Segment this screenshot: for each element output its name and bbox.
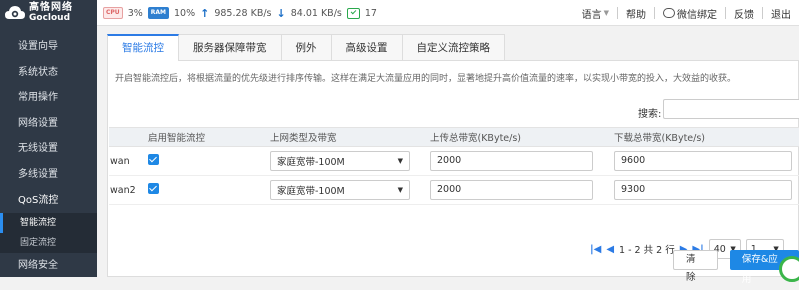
top-nav: 语言 ▼ 帮助 微信绑定 反馈 退出 [574,0,799,26]
bandwidth-type-select[interactable]: 家庭宽带-100M ▼ [270,151,410,171]
message-count: 17 [364,7,377,19]
sidebar-item-qos[interactable]: QoS流控 [0,188,97,214]
sidebar-item-wireless-settings[interactable]: 无线设置 [0,136,97,162]
qos-submenu: 智能流控 固定流控 [0,213,97,254]
feedback-link[interactable]: 反馈 [726,6,762,21]
upload-bandwidth-input[interactable]: 2000 [430,151,593,171]
row-name: wan2 [110,184,136,196]
first-page-icon[interactable]: |◀ [590,244,601,255]
caret-down-icon: ▼ [397,186,403,194]
tab-custom-policy[interactable]: 自定义流控策略 [401,34,505,61]
sidebar-subitem-smart-flow[interactable]: 智能流控 [0,213,97,234]
download-bandwidth-input[interactable]: 9300 [614,180,792,200]
flow-table: 启用智能流控 上网类型及带宽 上传总带宽(KByte/s) 下载总带宽(KByt… [109,127,799,205]
download-speed: 84.01 KB/s [290,7,342,19]
prev-page-icon[interactable]: ◀ [606,244,614,255]
caret-down-icon: ▼ [397,157,403,165]
language-menu[interactable]: 语言 ▼ [574,6,617,21]
sidebar-item-system-status[interactable]: 系统状态 [0,60,97,86]
enable-checkbox[interactable] [148,183,159,194]
upload-bandwidth-input[interactable]: 2000 [430,180,593,200]
cloud-logo-icon [5,6,25,19]
download-arrow-icon: ↓ [276,6,286,20]
brand-logo[interactable]: 高恪网络 Gocloud [0,0,97,26]
cpu-usage: 3% [127,7,143,19]
enable-checkbox[interactable] [148,154,159,165]
language-label: 语言 [581,9,602,21]
row-name: wan [110,155,130,167]
download-bandwidth-input[interactable]: 9600 [614,151,792,171]
upload-arrow-icon: ↑ [200,6,210,20]
help-link[interactable]: 帮助 [618,6,654,21]
tab-smart-flow[interactable]: 智能流控 [107,34,179,61]
search-label: 搜索: [638,109,662,120]
column-header-download[interactable]: 下载总带宽(KByte/s) [611,130,799,144]
logout-link[interactable]: 退出 [763,6,799,21]
tab-advanced[interactable]: 高级设置 [330,34,403,61]
tab-server-bandwidth[interactable]: 服务器保障带宽 [178,34,282,61]
ram-usage: 10% [174,7,196,19]
tab-exceptions[interactable]: 例外 [280,34,332,61]
sidebar-subitem-fixed-flow[interactable]: 固定流控 [0,233,97,253]
pagination-info: 1 - 2 共 2 行 [619,245,675,256]
brand-name-cn: 高恪网络 [29,2,73,13]
feedback-label: 反馈 [734,9,754,21]
float-assistant-icon[interactable] [779,256,799,282]
logout-label: 退出 [771,9,791,21]
help-label: 帮助 [626,9,646,21]
sidebar: 设置向导 系统状态 常用操作 网络设置 无线设置 多线设置 QoS流控 智能流控… [0,26,97,277]
wechat-label: 微信绑定 [677,9,717,21]
sidebar-item-common-ops[interactable]: 常用操作 [0,85,97,111]
column-header-type[interactable]: 上网类型及带宽 [267,130,427,144]
column-header-enable[interactable]: 启用智能流控 [145,130,267,144]
message-check-icon[interactable] [346,7,360,19]
tab-bar: 智能流控 服务器保障带宽 例外 高级设置 自定义流控策略 [107,34,505,61]
brand-name-en: Gocloud [29,13,71,23]
bandwidth-type-value: 家庭宽带-100M [277,186,345,197]
search-input[interactable] [663,99,799,119]
cpu-icon: CPU [103,7,123,19]
upload-speed: 985.28 KB/s [214,7,272,19]
top-bar: 高恪网络 Gocloud CPU 3% RAM 10% ↑ 985.28 KB/… [0,0,799,26]
sidebar-item-setup-wizard[interactable]: 设置向导 [0,34,97,60]
table-row: wan 家庭宽带-100M ▼ 2000 9600 [109,147,799,176]
sidebar-item-multiline-settings[interactable]: 多线设置 [0,162,97,188]
bandwidth-type-value: 家庭宽带-100M [277,157,345,168]
bandwidth-type-select[interactable]: 家庭宽带-100M ▼ [270,180,410,200]
column-header-upload[interactable]: 上传总带宽(KByte/s) [427,130,611,144]
table-row: wan2 家庭宽带-100M ▼ 2000 9300 [109,176,799,205]
sidebar-item-network-security[interactable]: 网络安全 [0,253,97,279]
smart-flow-panel: 开启智能流控后，将根据流量的优先级进行排序传输。这样在满足大流量应用的同时，显著… [107,60,799,277]
wechat-icon [663,8,675,18]
wechat-bind-link[interactable]: 微信绑定 [655,6,725,21]
table-header: 启用智能流控 上网类型及带宽 上传总带宽(KByte/s) 下载总带宽(KByt… [109,127,799,147]
sidebar-item-network-settings[interactable]: 网络设置 [0,111,97,137]
ram-icon: RAM [147,7,169,19]
main-content: 智能流控 服务器保障带宽 例外 高级设置 自定义流控策略 开启智能流控后，将根据… [97,26,799,285]
clear-button[interactable]: 清除 [673,250,718,283]
chevron-down-icon: ▼ [603,9,609,17]
system-stats: CPU 3% RAM 10% ↑ 985.28 KB/s ↓ 84.01 KB/… [103,0,377,26]
info-text: 开启智能流控后，将根据流量的优先级进行排序传输。这样在满足大流量应用的同时，显著… [115,74,737,84]
